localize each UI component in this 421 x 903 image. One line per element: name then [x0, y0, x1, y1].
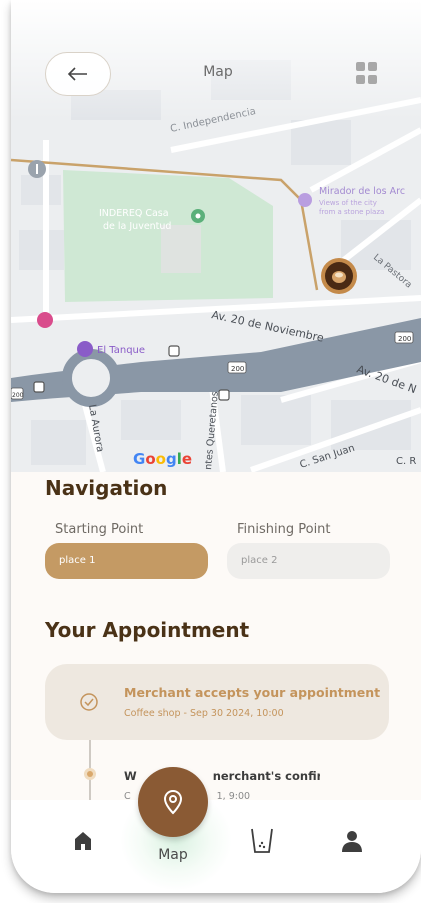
map-tab-button[interactable]	[138, 767, 208, 837]
cup-icon[interactable]	[249, 825, 275, 855]
street-label-r: C. R	[396, 456, 416, 467]
phone-screen: C. Independencia Av. 20 de Noviembre Av.…	[11, 0, 421, 893]
appointment-detail: Coffee shop - Sep 30 2024, 10:00	[124, 708, 284, 719]
svg-text:200: 200	[12, 392, 24, 399]
google-logo: Google	[133, 450, 192, 468]
starting-point-field[interactable]: place 1	[45, 543, 208, 579]
svg-text:Views of the city: Views of the city	[319, 199, 377, 207]
appointment-status: Merchant accepts your appointment	[124, 685, 381, 700]
map-tab-label[interactable]: Map	[151, 847, 195, 863]
user-icon[interactable]	[341, 829, 363, 853]
next-step-title-start: W	[124, 769, 137, 783]
poi-label: El Tanque	[97, 345, 145, 356]
svg-text:from a stone plaza: from a stone plaza	[319, 208, 384, 216]
next-step-title-end: nerchant's confirr	[212, 769, 320, 783]
svg-text:200: 200	[398, 335, 411, 343]
navigation-title: Navigation	[45, 476, 168, 500]
park-label: INDEREQ Casa	[99, 208, 169, 219]
landmark-pin-icon	[298, 193, 312, 207]
starting-point-label: Starting Point	[55, 522, 144, 537]
page-title: Map	[203, 64, 233, 80]
back-button[interactable]	[45, 52, 111, 96]
svg-text:de la Juventud: de la Juventud	[103, 221, 171, 232]
bus-stop-icon	[168, 345, 180, 357]
map-pin-icon	[163, 789, 183, 815]
finishing-point-field[interactable]: place 2	[227, 543, 390, 579]
appointment-title: Your Appointment	[45, 618, 250, 642]
arrow-left-icon	[67, 67, 87, 81]
pink-poi-icon	[37, 312, 53, 328]
finishing-point-label: Finishing Point	[237, 522, 331, 537]
svg-text:200: 200	[231, 365, 244, 373]
grid-icon[interactable]	[356, 62, 378, 84]
home-icon[interactable]	[73, 830, 93, 852]
landmark-label: Mirador de los Arc	[319, 186, 405, 197]
poi-pin-icon	[77, 341, 93, 357]
top-bar: Map	[11, 0, 421, 110]
check-circle-icon	[80, 693, 98, 711]
timeline-dot	[84, 768, 96, 780]
